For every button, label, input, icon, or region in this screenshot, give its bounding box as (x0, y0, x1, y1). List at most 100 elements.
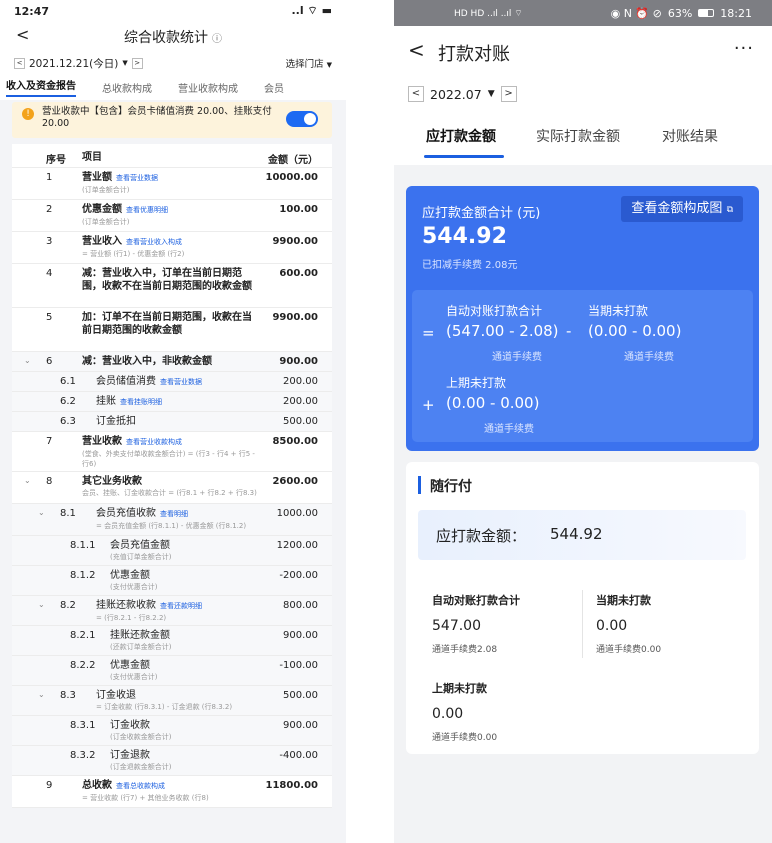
tab-member[interactable]: 会员 (264, 80, 284, 95)
tab-business-receipts[interactable]: 营业收款构成 (178, 80, 238, 95)
row-item: 优惠金额 (支付优惠合计) (110, 659, 257, 682)
row-link[interactable]: 查看明细 (160, 510, 188, 518)
table-row: 7 营业收款 查看营业收款构成 (堂食、外卖支付单收款金额合计) = (行3 - 行4… (12, 432, 332, 472)
collapse-icon[interactable]: ⌄ (24, 476, 31, 485)
row-item: 订金抵扣 (96, 415, 257, 428)
formula-panel: 自动对账打款合计 当期未打款 = (547.00 - 2.08) - (0.00… (412, 290, 753, 442)
back-icon[interactable]: < (16, 25, 29, 44)
table-row: 3 营业收入 查看营业收入构成 = 营业额 (行1) - 优惠金额 (行2) 9900.… (12, 232, 332, 264)
table-row: 9 总收款 查看总收款构成 = 营业收款 (行7) + 其他业务收款 (行8) 1180… (12, 776, 332, 808)
table-row: 8.3.2 订金退款 (订金退款金额合计) -400.00 (12, 746, 332, 776)
row-link[interactable]: 查看还款明细 (160, 602, 202, 610)
view-breakdown-button[interactable]: 查看金额构成图 ⧉ (621, 196, 743, 222)
row-amount: 900.00 (283, 630, 318, 641)
formula-unpaid-value: (0.00 - 0.00) (588, 322, 682, 340)
row-no: 2 (46, 204, 53, 215)
row-no: 6.1 (60, 376, 76, 387)
row-amount: -100.00 (279, 660, 318, 671)
date-selector[interactable]: 2021.12.21(今日) (29, 56, 118, 71)
tab-bar: 应打款金额 实际打款金额 对账结果 (394, 110, 772, 165)
prev-month-icon[interactable]: < (408, 86, 424, 102)
row-amount: 100.00 (279, 204, 318, 215)
row-sub: = 订金收款 (行8.3.1) - 订金退款 (行8.3.2) (96, 703, 233, 711)
chevron-down-icon[interactable]: ▼ (488, 89, 495, 99)
tab-reconcile-result[interactable]: 对账结果 (662, 126, 718, 146)
store-select[interactable]: 选择门店 ▼ (286, 56, 332, 70)
row-amount: 900.00 (283, 720, 318, 731)
row-link[interactable]: 查看总收款构成 (116, 782, 165, 790)
cell-divider (582, 590, 583, 658)
row-item: 营业收款 查看营业收款构成 (堂食、外卖支付单收款金额合计) = (行3 - 行4 … (82, 435, 257, 469)
tab-payable[interactable]: 应打款金额 (426, 126, 496, 146)
header-no: 序号 (46, 155, 66, 166)
tab-underline (424, 155, 504, 158)
chevron-down-icon[interactable]: ▼ (122, 59, 127, 67)
battery-level: 63% (667, 6, 693, 20)
table-header: 序号 项目 金额（元） (12, 144, 332, 168)
row-link[interactable]: 查看营业数据 (116, 174, 158, 182)
next-day-icon[interactable]: > (131, 57, 143, 69)
card-note: 已扣减手续费 2.08元 (422, 260, 518, 271)
tab-bar: 收入及资金报告 总收款构成 营业收款构成 会员 (0, 74, 346, 100)
section-title: 随行付 (430, 479, 472, 495)
cell-label: 当期未打款 (596, 594, 651, 607)
row-name: 优惠金额 (110, 660, 150, 671)
row-amount: 10000.00 (265, 172, 318, 183)
row-name: 总收款 (82, 780, 112, 791)
include-toggle[interactable] (286, 111, 318, 127)
header-item: 项目 (82, 152, 102, 163)
row-name: 挂账 (96, 396, 116, 407)
row-name: 会员充值收款 (96, 508, 156, 519)
store-select-label: 选择门店 (285, 59, 324, 70)
collapse-icon[interactable]: ⌄ (38, 600, 45, 609)
row-sub: (订金收款金额合计) (110, 733, 172, 741)
row-item: 营业收入 查看营业收入构成 = 营业额 (行1) - 优惠金额 (行2) (82, 235, 257, 259)
row-link[interactable]: 查看优惠明细 (126, 206, 168, 214)
help-icon[interactable]: ⓘ (212, 30, 222, 45)
collapse-icon[interactable]: ⌄ (38, 508, 45, 517)
row-amount: 9900.00 (272, 236, 318, 247)
row-name: 订金退款 (110, 750, 150, 761)
row-no: 8 (46, 476, 53, 487)
tab-income-report[interactable]: 收入及资金报告 (6, 77, 76, 97)
row-sub: (堂食、外卖支付单收款金额合计) = (行3 - 行4 + 行5 - 行6) (82, 450, 255, 468)
tab-actual-paid[interactable]: 实际打款金额 (536, 126, 620, 146)
row-sub: = 营业收款 (行7) + 其他业务收款 (行8) (82, 794, 209, 802)
more-icon[interactable]: ··· (734, 38, 754, 59)
row-item: 挂账还款金额 (还款订单金额合计) (110, 629, 257, 652)
cell-value: 547.00 (432, 618, 481, 634)
row-link[interactable]: 查看挂账明细 (120, 398, 162, 406)
row-amount: 8500.00 (272, 436, 318, 447)
next-month-icon[interactable]: > (500, 86, 517, 102)
formula-fee-2: 通道手续费 (624, 352, 674, 363)
nav-bar: < 打款对账 ··· (394, 26, 772, 78)
prev-day-icon[interactable]: < (14, 57, 25, 69)
right-screen: HD HD ..ıl ..ıl ⌔ ◉ N ⏰ ⊘ 63% 18:21 < 打款… (394, 0, 772, 843)
back-icon[interactable]: < (408, 38, 425, 62)
row-link[interactable]: 查看营业收入构成 (126, 238, 182, 246)
row-link[interactable]: 查看营业数据 (160, 378, 202, 386)
collapse-icon[interactable]: ⌄ (38, 690, 45, 699)
row-amount: 1200.00 (276, 540, 318, 551)
formula-fee-3: 通道手续费 (484, 424, 534, 435)
cell-prev: 上期未打款 0.00 通道手续费0.00 (432, 680, 497, 743)
row-sub: (订单金额合计) (82, 186, 130, 194)
row-link[interactable]: 查看营业收款构成 (126, 438, 182, 446)
row-name: 订金收退 (96, 690, 136, 701)
row-name: 优惠金额 (82, 204, 122, 215)
formula-fee-1: 通道手续费 (492, 352, 542, 363)
month-value[interactable]: 2022.07 (430, 87, 482, 102)
row-amount: 200.00 (283, 396, 318, 407)
status-bar: 12:47 ..l ⌔ ▬ (0, 0, 346, 22)
row-no: 6.3 (60, 416, 76, 427)
row-sub: = 会员充值金额 (行8.1.1) - 优惠金额 (行8.1.2) (96, 522, 247, 530)
row-item: 加：订单不在当前日期范围，收款在当前日期范围的收款金额 (82, 311, 257, 337)
tab-total-receipts[interactable]: 总收款构成 (102, 80, 152, 95)
row-name: 减：营业收入中，非收款金额 (82, 356, 212, 367)
collapse-icon[interactable]: ⌄ (24, 356, 31, 365)
table-row: ⌄ 8.3 订金收退 = 订金收款 (行8.3.1) - 订金退款 (行8.3.2) 5… (12, 686, 332, 716)
row-item: 订金收款 (订金收款金额合计) (110, 719, 257, 742)
row-item: 减：营业收入中，非收款金额 (82, 355, 257, 368)
formula-label-auto: 自动对账打款合计 (446, 304, 543, 318)
row-no: 8.1.2 (70, 570, 96, 581)
